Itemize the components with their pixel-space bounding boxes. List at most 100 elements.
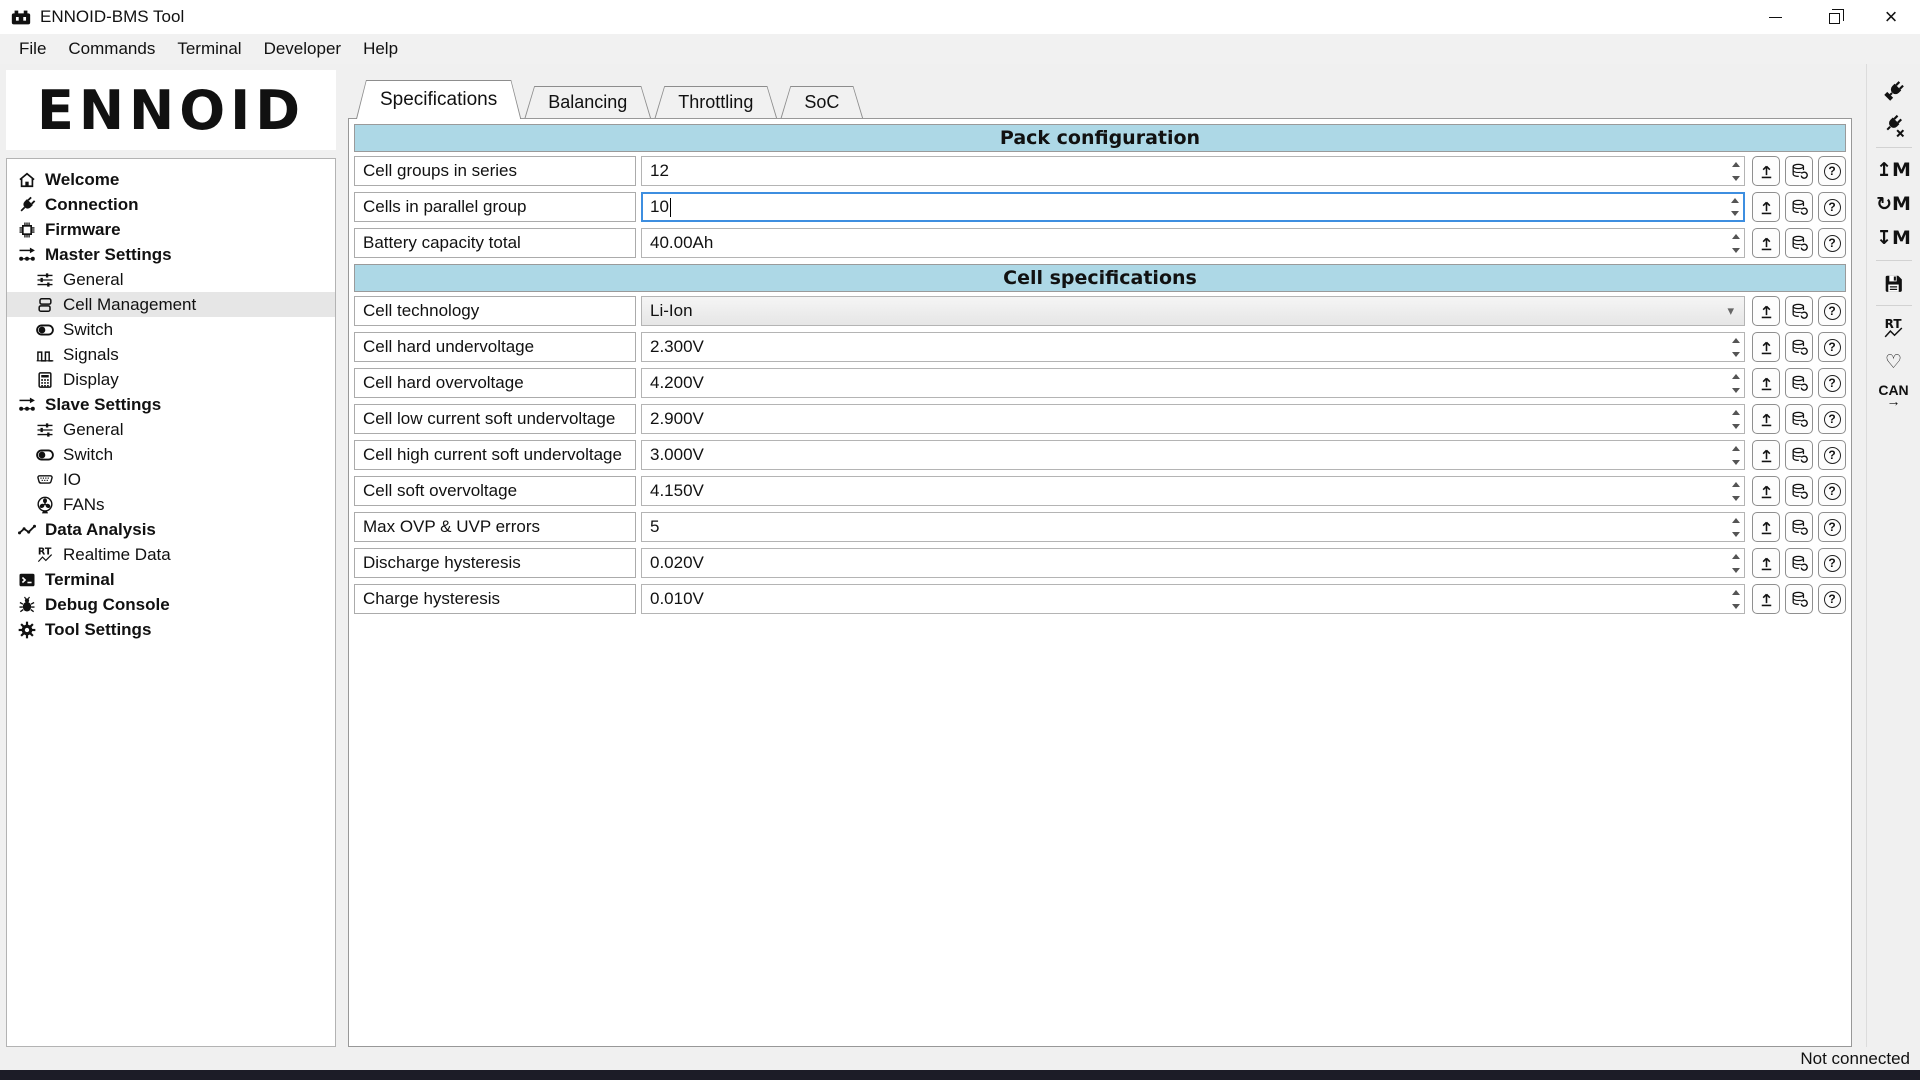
- cell-hard-overvoltage-field[interactable]: 4.200V: [641, 368, 1745, 398]
- help-button[interactable]: ?: [1818, 156, 1846, 186]
- menu-terminal[interactable]: Terminal: [166, 34, 252, 64]
- cell-soft-overvoltage-field[interactable]: 4.150V: [641, 476, 1745, 506]
- sidebar-item-master-settings[interactable]: Master Settings: [7, 242, 335, 267]
- tab-specifications[interactable]: Specifications: [356, 80, 521, 119]
- connect-button[interactable]: [1867, 74, 1920, 108]
- discharge-hysteresis-field[interactable]: 0.020V: [641, 548, 1745, 578]
- sidebar-item-tool-settings[interactable]: Tool Settings: [7, 617, 335, 642]
- restore-default-button[interactable]: [1785, 156, 1813, 186]
- save-button[interactable]: [1867, 266, 1920, 300]
- spinner-control[interactable]: [1727, 513, 1744, 541]
- spinner-control[interactable]: [1727, 585, 1744, 613]
- sidebar-item-cell-management[interactable]: Cell Management: [7, 292, 335, 317]
- write-master-button[interactable]: ↥M: [1867, 153, 1920, 187]
- menu-developer[interactable]: Developer: [253, 34, 353, 64]
- restore-default-button[interactable]: [1785, 440, 1813, 470]
- spinner-control[interactable]: [1727, 549, 1744, 577]
- cell-technology-field[interactable]: Li-Ion ▾: [641, 296, 1745, 326]
- cell-groups-in-series-field[interactable]: 12: [641, 156, 1745, 186]
- tab-soc[interactable]: SoC: [780, 86, 863, 119]
- restore-default-button[interactable]: [1785, 192, 1813, 222]
- sidebar-item-io[interactable]: IO: [7, 467, 335, 492]
- can-scan-button[interactable]: CAN→: [1867, 379, 1920, 413]
- help-button[interactable]: ?: [1818, 332, 1846, 362]
- help-button[interactable]: ?: [1818, 512, 1846, 542]
- help-button[interactable]: ?: [1818, 404, 1846, 434]
- cells-in-parallel-group-field[interactable]: 10: [641, 192, 1745, 222]
- sidebar-item-label: Firmware: [45, 220, 121, 240]
- reboot-master-button[interactable]: ↻M: [1867, 187, 1920, 221]
- sidebar-item-welcome[interactable]: Welcome: [7, 167, 335, 192]
- write-value-button[interactable]: [1752, 296, 1780, 326]
- favorites-button[interactable]: ♡: [1867, 345, 1920, 379]
- sidebar-item-fans[interactable]: FANs: [7, 492, 335, 517]
- sidebar-item-display[interactable]: Display: [7, 367, 335, 392]
- disconnect-button[interactable]: [1867, 108, 1920, 142]
- write-value-button[interactable]: [1752, 476, 1780, 506]
- sidebar-item-terminal[interactable]: Terminal: [7, 567, 335, 592]
- spinner-control[interactable]: [1727, 477, 1744, 505]
- write-value-button[interactable]: [1752, 332, 1780, 362]
- read-master-button[interactable]: ↧M: [1867, 221, 1920, 255]
- sidebar-item-debug-console[interactable]: Debug Console: [7, 592, 335, 617]
- write-value-button[interactable]: [1752, 548, 1780, 578]
- restore-default-button[interactable]: [1785, 368, 1813, 398]
- write-value-button[interactable]: [1752, 584, 1780, 614]
- charge-hysteresis-field[interactable]: 0.010V: [641, 584, 1745, 614]
- sidebar-item-slave-settings[interactable]: Slave Settings: [7, 392, 335, 417]
- realtime-data-button[interactable]: [1867, 311, 1920, 345]
- cell-low-current-soft-undervoltage-field[interactable]: 2.900V: [641, 404, 1745, 434]
- help-button[interactable]: ?: [1818, 476, 1846, 506]
- minimize-button[interactable]: [1746, 0, 1804, 34]
- restore-default-button[interactable]: [1785, 548, 1813, 578]
- restore-default-button[interactable]: [1785, 476, 1813, 506]
- sidebar-item-realtime-data[interactable]: Realtime Data: [7, 542, 335, 567]
- write-value-button[interactable]: [1752, 368, 1780, 398]
- restore-default-button[interactable]: [1785, 404, 1813, 434]
- close-button[interactable]: ×: [1862, 0, 1920, 34]
- sidebar-item-switch[interactable]: Switch: [7, 317, 335, 342]
- spinner-control[interactable]: [1727, 229, 1744, 257]
- battery-capacity-total-field[interactable]: 40.00Ah: [641, 228, 1745, 258]
- menu-commands[interactable]: Commands: [57, 34, 166, 64]
- write-value-button[interactable]: [1752, 228, 1780, 258]
- write-value-button[interactable]: [1752, 192, 1780, 222]
- cell-hard-undervoltage-field[interactable]: 2.300V: [641, 332, 1745, 362]
- help-button[interactable]: ?: [1818, 548, 1846, 578]
- tab-balancing[interactable]: Balancing: [524, 86, 651, 119]
- spinner-control[interactable]: [1727, 405, 1744, 433]
- max-ovp-uvp-errors-field[interactable]: 5: [641, 512, 1745, 542]
- restore-default-button[interactable]: [1785, 228, 1813, 258]
- spinner-control[interactable]: [1726, 194, 1743, 220]
- sidebar-item-connection[interactable]: Connection: [7, 192, 335, 217]
- help-button[interactable]: ?: [1818, 584, 1846, 614]
- help-button[interactable]: ?: [1818, 296, 1846, 326]
- sidebar-item-switch[interactable]: Switch: [7, 442, 335, 467]
- restore-default-button[interactable]: [1785, 296, 1813, 326]
- cell-high-current-soft-undervoltage-field[interactable]: 3.000V: [641, 440, 1745, 470]
- write-value-button[interactable]: [1752, 440, 1780, 470]
- help-button[interactable]: ?: [1818, 440, 1846, 470]
- sidebar-item-firmware[interactable]: Firmware: [7, 217, 335, 242]
- restore-default-button[interactable]: [1785, 584, 1813, 614]
- write-value-button[interactable]: [1752, 404, 1780, 434]
- sidebar-item-data-analysis[interactable]: Data Analysis: [7, 517, 335, 542]
- sidebar-item-signals[interactable]: Signals: [7, 342, 335, 367]
- write-value-button[interactable]: [1752, 512, 1780, 542]
- menu-help[interactable]: Help: [352, 34, 409, 64]
- menu-file[interactable]: File: [8, 34, 57, 64]
- spinner-control[interactable]: [1727, 441, 1744, 469]
- spinner-control[interactable]: [1727, 369, 1744, 397]
- sidebar-item-general[interactable]: General: [7, 267, 335, 292]
- tab-throttling[interactable]: Throttling: [654, 86, 777, 119]
- help-button[interactable]: ?: [1818, 368, 1846, 398]
- help-button[interactable]: ?: [1818, 192, 1846, 222]
- help-button[interactable]: ?: [1818, 228, 1846, 258]
- restore-default-button[interactable]: [1785, 332, 1813, 362]
- restore-default-button[interactable]: [1785, 512, 1813, 542]
- restore-button[interactable]: [1804, 0, 1862, 34]
- sidebar-item-general[interactable]: General: [7, 417, 335, 442]
- spinner-control[interactable]: [1727, 157, 1744, 185]
- spinner-control[interactable]: [1727, 333, 1744, 361]
- write-value-button[interactable]: [1752, 156, 1780, 186]
